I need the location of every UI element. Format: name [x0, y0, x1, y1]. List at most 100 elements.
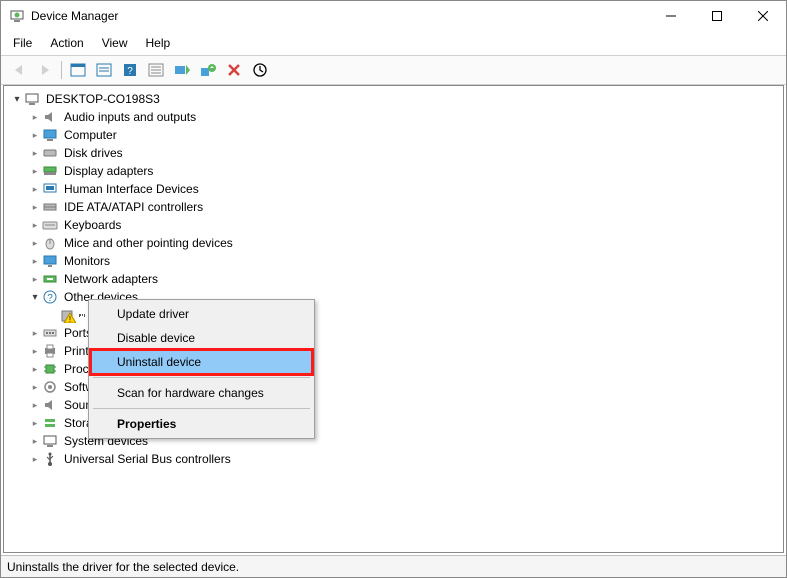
window-controls [648, 1, 786, 31]
category-mice[interactable]: Mice and other pointing devices [26, 234, 783, 252]
display-icon [42, 163, 58, 179]
menu-help[interactable]: Help [138, 33, 179, 53]
list-button[interactable] [144, 59, 168, 81]
expand-collapse-icon[interactable] [28, 416, 42, 430]
toolbar-separator [61, 61, 62, 79]
ctx-properties[interactable]: Properties [91, 412, 312, 436]
node-label: Print queues [62, 344, 90, 358]
expand-collapse-icon[interactable] [28, 236, 42, 250]
back-button[interactable] [7, 59, 31, 81]
expand-collapse-icon[interactable] [28, 452, 42, 466]
ctx-scan[interactable]: Scan for hardware changes [91, 381, 312, 405]
expand-collapse-icon[interactable] [28, 272, 42, 286]
expand-collapse-icon[interactable] [28, 110, 42, 124]
show-hide-console-button[interactable] [66, 59, 90, 81]
delete-button[interactable] [222, 59, 246, 81]
properties-button[interactable] [92, 59, 116, 81]
expand-collapse-icon[interactable] [28, 218, 42, 232]
scan-hardware-button[interactable] [170, 59, 194, 81]
category-usb[interactable]: Universal Serial Bus controllers [26, 450, 783, 468]
category-computer[interactable]: Computer [26, 126, 783, 144]
expand-collapse-icon[interactable] [28, 182, 42, 196]
category-audio[interactable]: Audio inputs and outputs [26, 108, 783, 126]
forward-button[interactable] [33, 59, 57, 81]
network-icon [42, 271, 58, 287]
expand-collapse-icon[interactable] [28, 164, 42, 178]
expand-collapse-icon[interactable] [10, 92, 24, 106]
usb-icon [42, 451, 58, 467]
window-title: Device Manager [31, 9, 648, 23]
node-label: Software components [62, 380, 90, 394]
close-button[interactable] [740, 1, 786, 31]
expand-collapse-icon[interactable] [28, 128, 42, 142]
node-label: Monitors [62, 254, 112, 268]
node-label: Network adapters [62, 272, 160, 286]
cpu-icon [42, 361, 58, 377]
update-driver-button[interactable] [196, 59, 220, 81]
expand-collapse-icon[interactable] [28, 290, 42, 304]
svg-text:!: ! [69, 315, 71, 323]
node-label: Computer [62, 128, 119, 142]
speaker-icon [42, 397, 58, 413]
node-label: Display adapters [62, 164, 155, 178]
category-hid[interactable]: Human Interface Devices [26, 180, 783, 198]
keyboard-icon [42, 217, 58, 233]
category-monitors[interactable]: Monitors [26, 252, 783, 270]
expand-collapse-icon[interactable] [28, 380, 42, 394]
ctx-uninstall-device[interactable]: Uninstall device [91, 350, 312, 374]
monitor-icon [42, 253, 58, 269]
node-label: DESKTOP-CO198S3 [44, 92, 162, 106]
computer-icon [24, 91, 40, 107]
expand-collapse-icon[interactable] [28, 146, 42, 160]
storage-icon [42, 415, 58, 431]
node-label: Audio inputs and outputs [62, 110, 198, 124]
expand-collapse-icon[interactable] [28, 398, 42, 412]
root-node[interactable]: DESKTOP-CO198S3 [8, 90, 783, 108]
expand-collapse-icon[interactable] [28, 200, 42, 214]
expand-collapse-icon[interactable] [28, 254, 42, 268]
category-keyboards[interactable]: Keyboards [26, 216, 783, 234]
system-icon [42, 433, 58, 449]
mouse-icon [42, 235, 58, 251]
expand-collapse-icon[interactable] [28, 434, 42, 448]
ctx-separator [93, 377, 310, 378]
menu-view[interactable]: View [94, 33, 136, 53]
disk-icon [42, 145, 58, 161]
status-bar: Uninstalls the driver for the selected d… [1, 555, 786, 577]
svg-text:?: ? [127, 66, 133, 77]
expand-collapse-icon[interactable] [28, 344, 42, 358]
category-display[interactable]: Display adapters [26, 162, 783, 180]
expand-collapse-icon[interactable] [28, 326, 42, 340]
category-ide[interactable]: IDE ATA/ATAPI controllers [26, 198, 783, 216]
ctx-update-driver[interactable]: Update driver [91, 302, 312, 326]
ide-icon [42, 199, 58, 215]
node-label: Mice and other pointing devices [62, 236, 235, 250]
node-label: Keyboards [62, 218, 123, 232]
node-label: Ports [62, 326, 90, 340]
warning-device-icon: ! [60, 307, 76, 323]
node-label: Processors [62, 362, 90, 376]
menu-bar: File Action View Help [1, 31, 786, 55]
other-icon: ? [42, 289, 58, 305]
software-icon [42, 379, 58, 395]
expand-collapse-icon[interactable] [28, 362, 42, 376]
minimize-button[interactable] [648, 1, 694, 31]
ctx-disable-device[interactable]: Disable device [91, 326, 312, 350]
context-menu: Update driver Disable device Uninstall d… [88, 299, 315, 439]
node-label: Universal Serial Bus controllers [62, 452, 233, 466]
disable-button[interactable] [248, 59, 272, 81]
ctx-separator [93, 408, 310, 409]
monitor-icon [42, 127, 58, 143]
category-disk[interactable]: Disk drives [26, 144, 783, 162]
node-label: Storage controllers [62, 416, 90, 430]
node-label: Human Interface Devices [62, 182, 201, 196]
category-network[interactable]: Network adapters [26, 270, 783, 288]
svg-text:?: ? [47, 293, 53, 304]
port-icon [42, 325, 58, 341]
help-button[interactable]: ? [118, 59, 142, 81]
menu-file[interactable]: File [5, 33, 40, 53]
menu-action[interactable]: Action [42, 33, 91, 53]
status-text: Uninstalls the driver for the selected d… [7, 560, 239, 574]
maximize-button[interactable] [694, 1, 740, 31]
node-label: Sound, video and game controllers [62, 398, 90, 412]
